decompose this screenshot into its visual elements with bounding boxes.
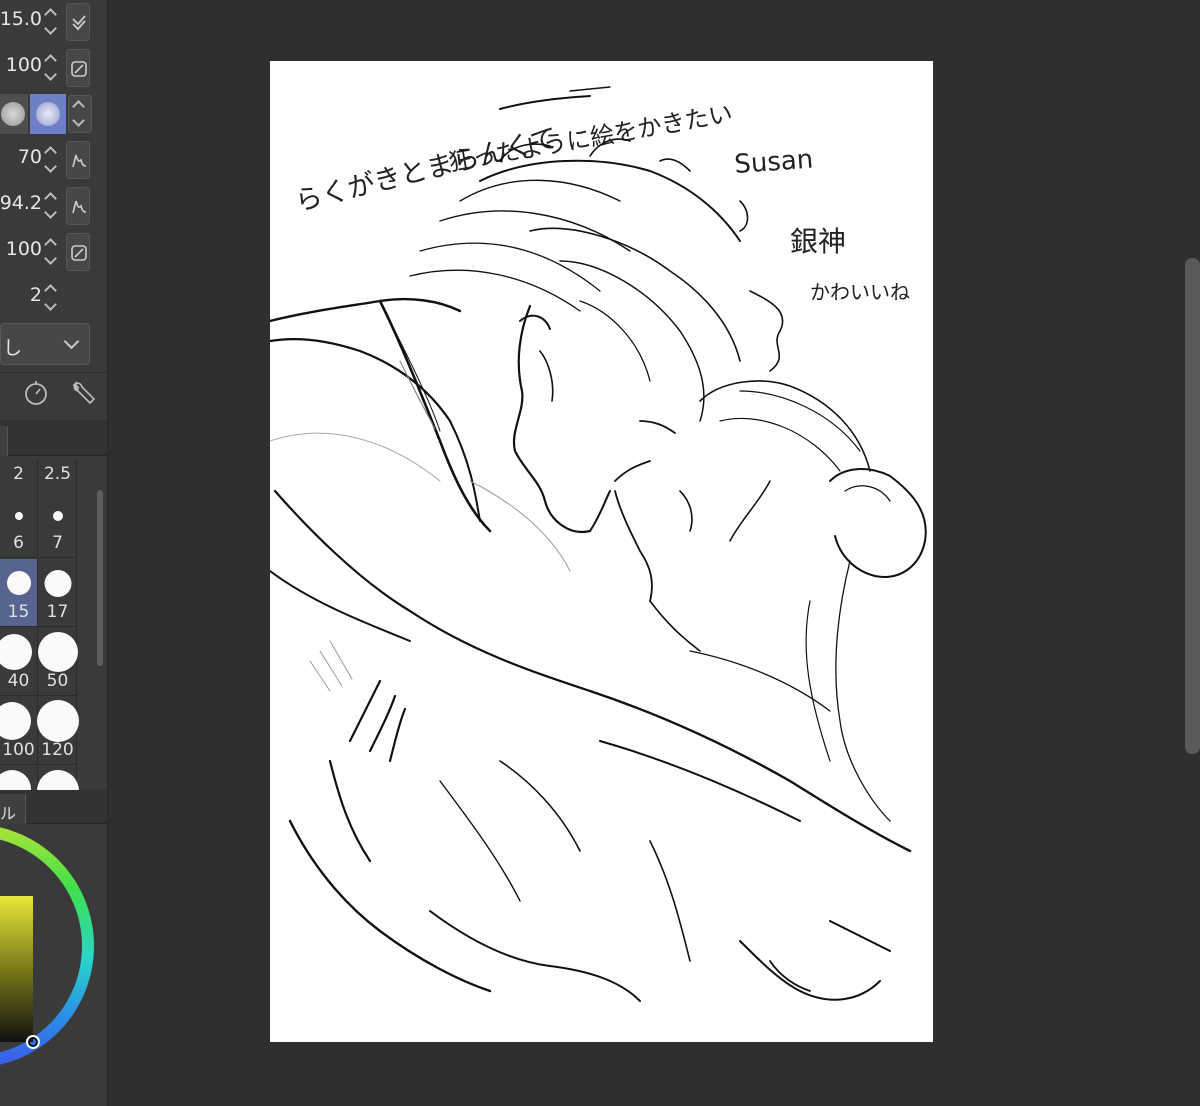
density-stepper[interactable] bbox=[44, 234, 62, 270]
brush-size-cell-selected[interactable]: 15 bbox=[0, 559, 38, 627]
sketch-annotation-name: Susan bbox=[733, 145, 814, 180]
brush-size-value[interactable]: 15.0 bbox=[0, 8, 42, 30]
pen-pressure-icon bbox=[72, 154, 87, 168]
brush-grid-scrollbar[interactable] bbox=[97, 490, 103, 666]
drawing-canvas[interactable]: らくがきとまらんくて 狂ったように絵をかきたい Susan 銀神 かわいいね bbox=[270, 61, 933, 1042]
brush-size-cell[interactable]: 50 bbox=[37, 628, 78, 696]
mode-select-value: し bbox=[3, 337, 23, 359]
stabilization-dynamics-button[interactable] bbox=[66, 141, 90, 179]
app-window: 15.0 100 70 94.2 100 2 し 2 2.5 6 7 15 17… bbox=[0, 0, 1200, 1106]
brush-size-label: 6 bbox=[13, 533, 24, 553]
brush-tip-stepper[interactable] bbox=[68, 95, 92, 133]
color-wheel-tab[interactable]: ル bbox=[0, 794, 26, 824]
brush-size-dot bbox=[14, 512, 23, 520]
brush-size-dot bbox=[6, 571, 31, 595]
thickness-dynamics-button[interactable] bbox=[66, 187, 90, 225]
brush-size-cell[interactable]: 120 bbox=[36, 697, 79, 765]
correction-row: 2 bbox=[0, 276, 107, 320]
color-wheel-area bbox=[0, 824, 108, 1106]
tool-property-panel: 15.0 100 70 94.2 100 2 し 2 2.5 6 7 15 17… bbox=[0, 0, 108, 1106]
chevron-down-icon bbox=[63, 333, 80, 350]
brush-tip-soft[interactable] bbox=[30, 94, 66, 134]
wrench-icon[interactable] bbox=[70, 379, 98, 407]
thickness-value[interactable]: 94.2 bbox=[0, 192, 42, 214]
slash-box-icon bbox=[71, 245, 87, 261]
brush-size-cell[interactable] bbox=[36, 766, 79, 812]
density-row: 100 bbox=[0, 230, 107, 274]
brush-size-dot bbox=[36, 700, 79, 742]
stabilization-stepper[interactable] bbox=[44, 142, 62, 178]
correction-value[interactable]: 2 bbox=[30, 284, 42, 306]
correction-stepper[interactable] bbox=[44, 280, 62, 316]
brush-size-label: 50 bbox=[46, 671, 69, 691]
opacity-dynamics-button[interactable] bbox=[66, 49, 90, 87]
thickness-stepper[interactable] bbox=[44, 188, 62, 224]
sketch-annotation-title: 銀神 bbox=[790, 225, 846, 258]
brush-size-label: 120 bbox=[41, 740, 74, 760]
brush-size-label: 15 bbox=[7, 602, 30, 622]
brush-size-dot bbox=[0, 634, 32, 670]
thickness-row: 94.2 bbox=[0, 184, 107, 228]
color-wheel[interactable] bbox=[0, 824, 108, 1106]
brush-size-panel-tab bbox=[0, 420, 107, 456]
brush-size-label: 2.5 bbox=[43, 464, 72, 484]
brush-size-label: 100 bbox=[2, 740, 35, 760]
opacity-value[interactable]: 100 bbox=[6, 54, 42, 76]
brush-size-dot bbox=[52, 511, 63, 521]
brush-size-dot bbox=[37, 632, 78, 672]
brush-size-cell[interactable] bbox=[0, 766, 38, 808]
density-dynamics-button[interactable] bbox=[66, 233, 90, 271]
brush-size-label: 17 bbox=[46, 602, 69, 622]
stabilization-value[interactable]: 70 bbox=[18, 146, 42, 168]
opacity-row: 100 bbox=[0, 46, 107, 90]
brush-size-cell[interactable]: 100 bbox=[0, 697, 38, 765]
opacity-stepper[interactable] bbox=[44, 50, 62, 86]
brush-size-label: 40 bbox=[7, 671, 30, 691]
mode-select[interactable]: し bbox=[0, 323, 90, 365]
canvas-vertical-scrollbar[interactable] bbox=[1185, 258, 1200, 754]
brush-size-cell[interactable]: 6 bbox=[0, 490, 38, 558]
brush-size-cell[interactable]: 40 bbox=[0, 628, 38, 696]
brush-size-cell[interactable]: 17 bbox=[39, 559, 77, 627]
brush-size-dynamics-button[interactable] bbox=[66, 3, 90, 41]
brush-size-label: 7 bbox=[52, 533, 63, 553]
sketch-annotation-caption: かわいいね bbox=[810, 280, 910, 304]
brush-size-grid: 2 2.5 6 7 15 17 40 50 100 120 bbox=[0, 460, 96, 812]
brush-size-dot bbox=[0, 702, 31, 740]
panel-footer-icons bbox=[0, 372, 107, 412]
check-icon bbox=[72, 15, 86, 31]
brush-size-cell[interactable]: 7 bbox=[39, 490, 77, 558]
brush-size-stepper[interactable] bbox=[44, 4, 62, 40]
brush-size-label: 2 bbox=[13, 464, 24, 484]
clock-icon[interactable] bbox=[22, 379, 50, 407]
pen-pressure-icon bbox=[72, 200, 87, 214]
brush-size-dot bbox=[44, 570, 71, 597]
brush-tip-hard[interactable] bbox=[0, 94, 28, 134]
stabilization-row: 70 bbox=[0, 138, 107, 182]
density-value[interactable]: 100 bbox=[6, 238, 42, 260]
brush-tip-row bbox=[0, 92, 107, 136]
sketch-artwork: らくがきとまらんくて 狂ったように絵をかきたい Susan 銀神 かわいいね bbox=[270, 86, 927, 1002]
color-wheel-panel-header: ル bbox=[0, 790, 107, 824]
slash-box-icon bbox=[71, 61, 87, 77]
brush-size-row: 15.0 bbox=[0, 0, 107, 44]
brush-size-tab[interactable] bbox=[0, 426, 8, 456]
